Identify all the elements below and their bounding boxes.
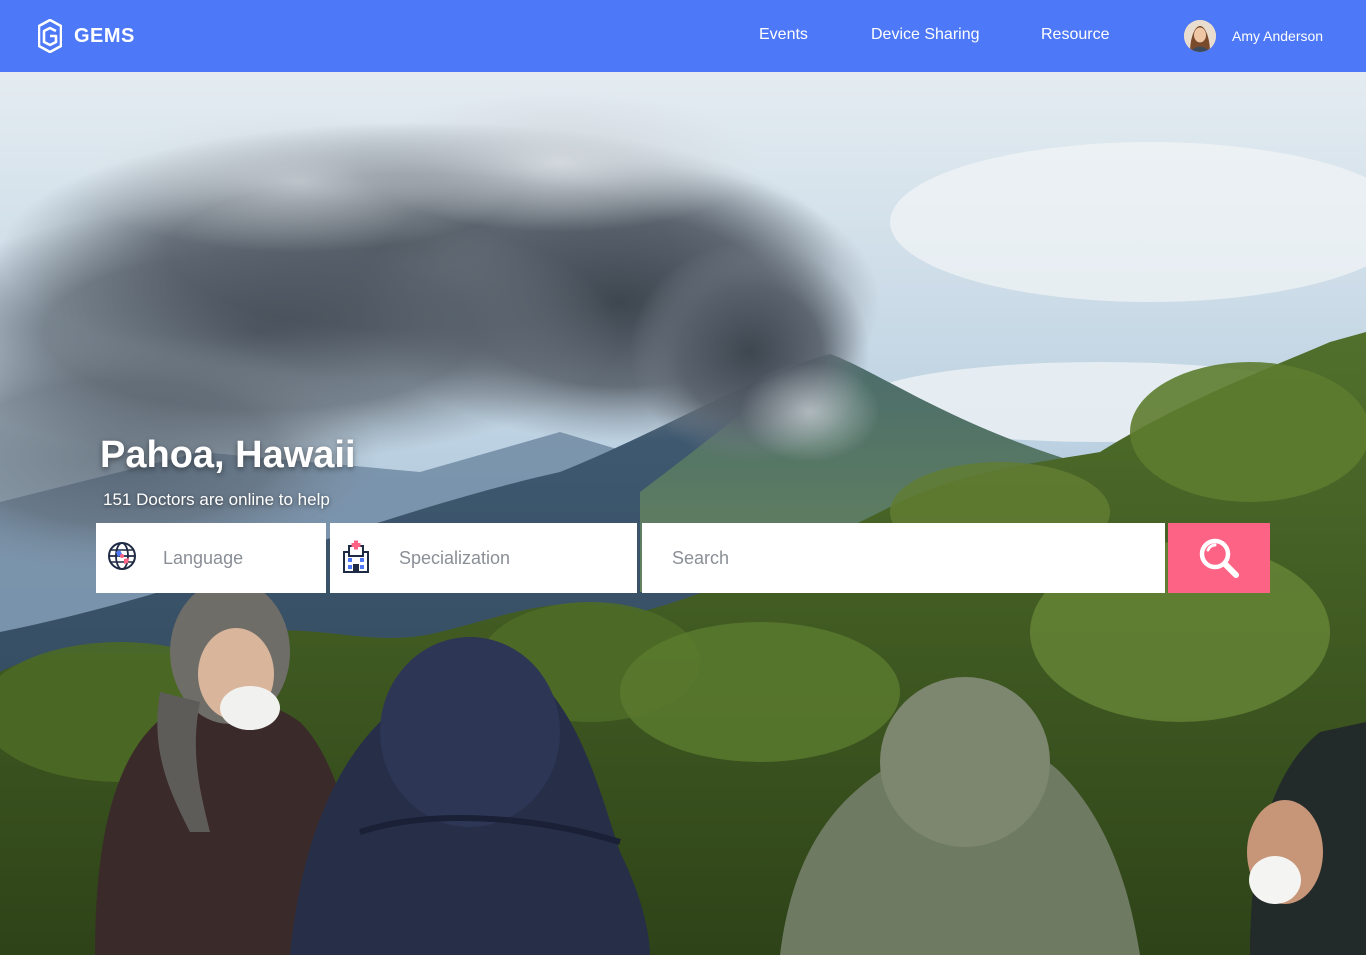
search-field[interactable] bbox=[642, 523, 1165, 593]
location-title: Pahoa, Hawaii bbox=[100, 434, 356, 476]
search-input[interactable] bbox=[642, 523, 1165, 593]
nav-device-sharing[interactable]: Device Sharing bbox=[871, 26, 980, 44]
top-navbar: GEMS Events Device Sharing Resource Amy … bbox=[0, 0, 1366, 72]
brand-logo-link[interactable]: GEMS bbox=[38, 18, 135, 54]
specialization-label: Specialization bbox=[399, 548, 511, 568]
language-select[interactable]: Language bbox=[96, 523, 326, 593]
brand-name: GEMS bbox=[74, 24, 135, 47]
user-menu[interactable]: Amy Anderson bbox=[1184, 20, 1323, 52]
user-name: Amy Anderson bbox=[1232, 28, 1324, 44]
language-label: Language bbox=[163, 548, 244, 568]
search-button[interactable] bbox=[1168, 523, 1270, 593]
gems-logo-icon bbox=[38, 19, 62, 53]
hero-banner: Pahoa, Hawaii 151 Doctors are online to … bbox=[0, 72, 1366, 955]
doctors-online-count: 151 Doctors are online to help bbox=[103, 490, 330, 509]
volcano-background-image bbox=[0, 72, 1366, 955]
avatar[interactable] bbox=[1184, 20, 1216, 52]
nav-events[interactable]: Events bbox=[759, 26, 808, 44]
nav-resource[interactable]: Resource bbox=[1041, 26, 1109, 44]
specialization-select[interactable]: Specialization bbox=[330, 523, 637, 593]
search-icon bbox=[1199, 538, 1239, 578]
hospital-icon bbox=[343, 540, 369, 573]
globe-icon bbox=[108, 542, 136, 570]
